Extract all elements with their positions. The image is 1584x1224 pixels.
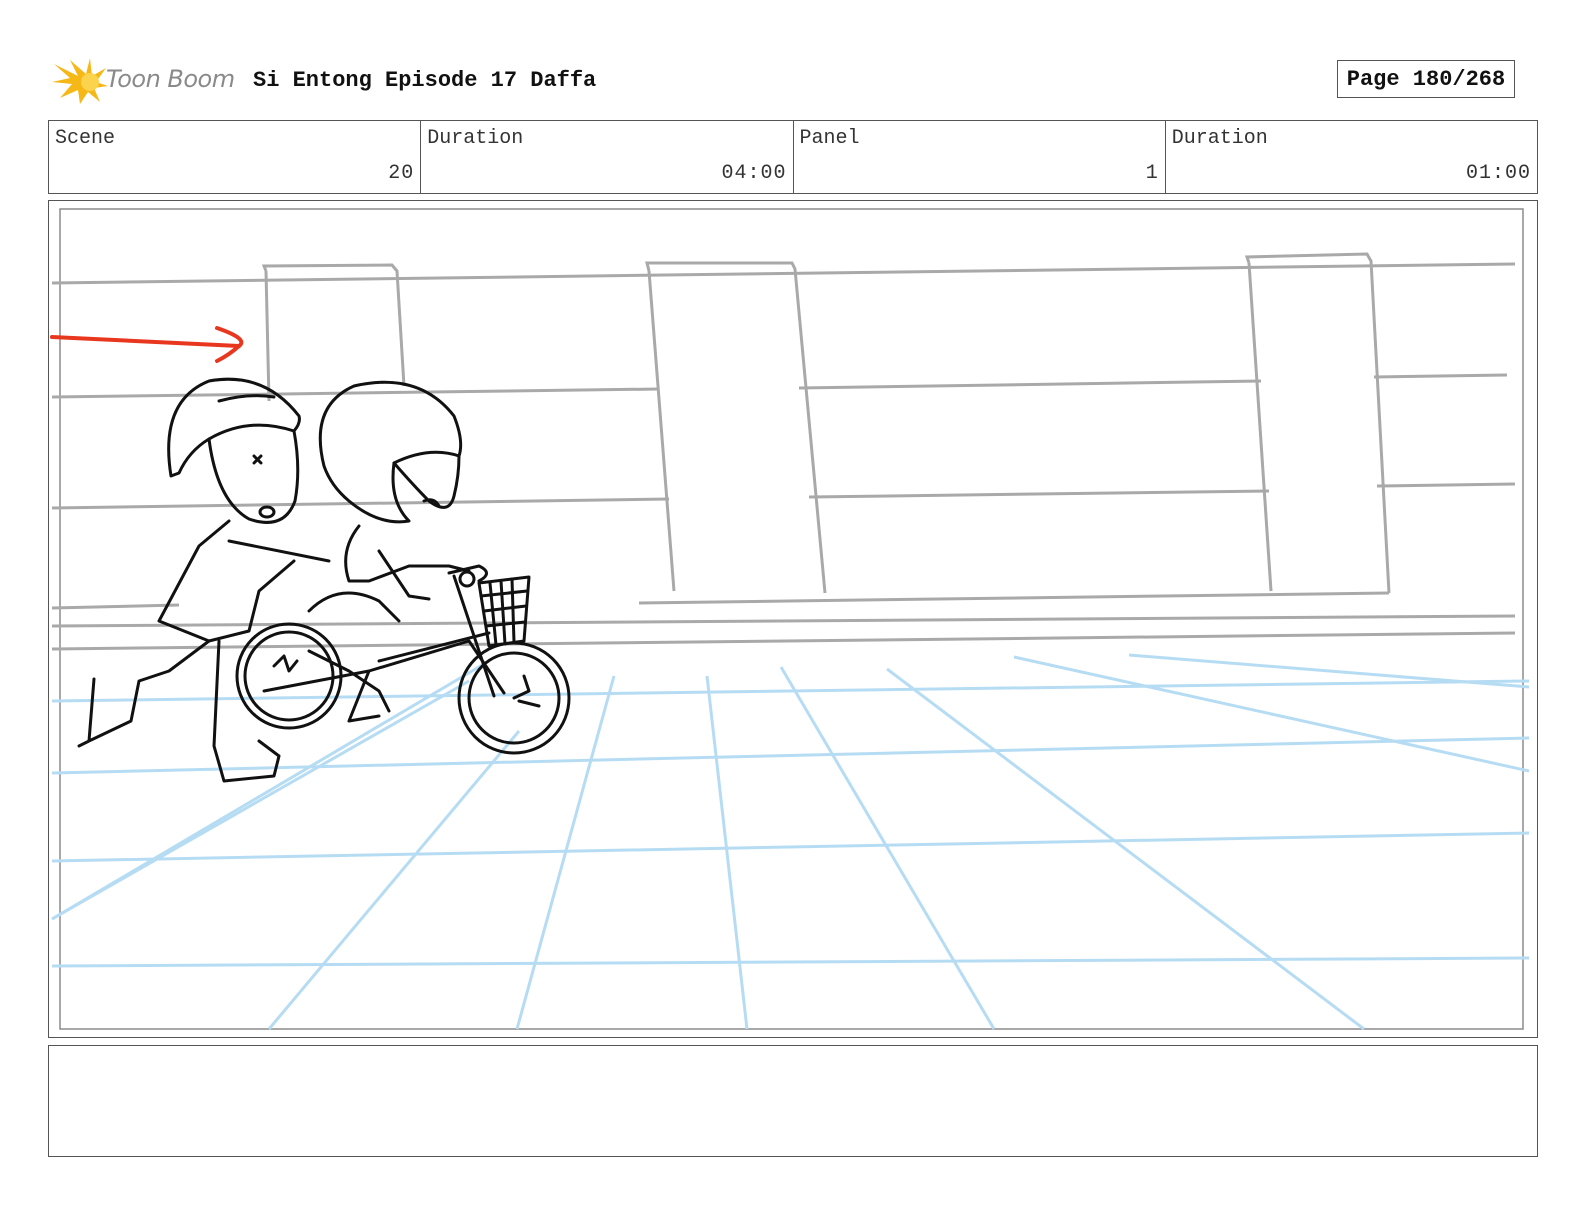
logo-text: Toon Boom [106,65,235,93]
document-title: Si Entong Episode 17 Daffa [253,68,597,93]
scene-value: 20 [388,162,415,185]
toon-boom-logo: Toon Boom [50,54,240,106]
scene-info-table: Scene 20 Duration 04:00 Panel 1 Duration… [48,120,1538,194]
panel-duration-value: 01:00 [1465,162,1531,185]
scene-label: Scene [55,127,116,150]
characters-on-bicycle [77,377,571,783]
scene-duration-label: Duration [427,127,524,150]
safe-frame [59,208,1524,1030]
starburst-icon [52,58,108,104]
panel-duration-label: Duration [1171,127,1268,150]
panel-duration-cell: Duration 01:00 [1166,121,1537,193]
panel-cell: Panel 1 [794,121,1166,193]
scene-duration-cell: Duration 04:00 [421,121,794,193]
page-header: Toon Boom Si Entong Episode 17 Daffa Pag… [48,54,1538,110]
background-wall [51,252,1516,651]
scene-duration-value: 04:00 [721,162,787,185]
panel-notes [48,1045,1538,1157]
page-number: Page 180/268 [1337,60,1515,98]
floor-grid [51,653,1530,1031]
storyboard-panel [48,200,1538,1038]
panel-label: Panel [799,127,860,150]
scene-cell: Scene 20 [49,121,422,193]
panel-value: 1 [1145,162,1159,185]
panel-drawing [50,208,1530,1031]
motion-arrow [50,326,244,363]
